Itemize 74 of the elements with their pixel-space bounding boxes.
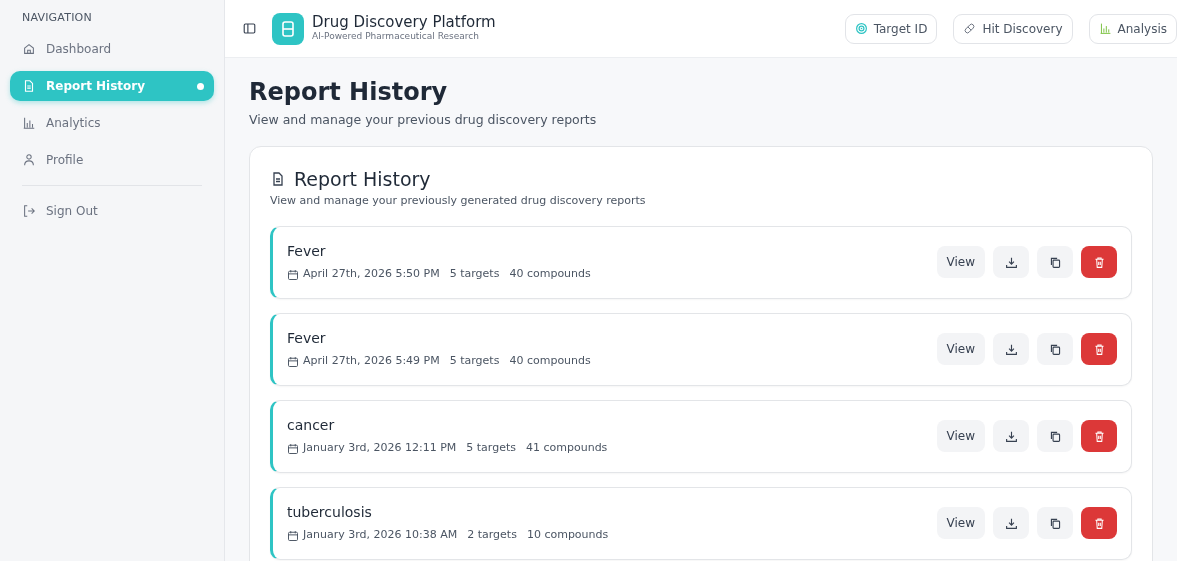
header-button[interactable]: Hit Discovery [953,13,1073,44]
report-name: cancer [287,416,336,436]
card-title: Report History [294,166,431,192]
nav-heading: NAVIGATION [21,10,93,26]
view-button[interactable]: View [936,420,985,453]
trash-icon [1092,429,1106,443]
download-icon [1004,342,1018,356]
calendar-icon [287,529,299,542]
copy-button[interactable] [1037,246,1073,279]
app-title: Drug Discovery Platform [312,13,496,30]
report-name: tuberculosis [287,503,373,523]
compound-count: 40 compounds [509,266,591,283]
calendar-icon [287,355,299,368]
view-button[interactable]: View [936,333,985,366]
delete-button[interactable] [1081,333,1117,366]
report-date: April 27th, 2026 5:49 PM [303,353,440,370]
download-button[interactable] [993,507,1029,540]
compound-count: 40 compounds [509,353,591,370]
delete-button[interactable] [1081,420,1117,453]
sign-out-icon [22,203,36,218]
report-date: January 3rd, 2026 12:11 PM [303,440,457,457]
target-count: 5 targets [466,440,516,457]
download-button[interactable] [993,420,1029,453]
active-dot [197,82,204,90]
delete-button[interactable] [1081,246,1117,279]
report-date: January 3rd, 2026 10:38 AM [303,527,458,544]
copy-icon [1048,516,1062,530]
download-icon [1004,429,1018,443]
logo-icon [272,12,304,45]
target-icon [854,22,868,35]
compound-count: 41 compounds [526,440,608,457]
copy-button[interactable] [1037,420,1073,453]
target-count: 2 targets [467,527,517,544]
download-icon [1004,516,1018,530]
header-button[interactable]: Analysis [1088,13,1177,44]
calendar-icon [287,268,299,281]
document-icon [270,170,286,187]
header-button[interactable]: Target ID [844,13,938,44]
bar-chart-icon [1098,22,1112,35]
card-subtitle: View and manage your previously generated drug discovery reports [270,193,647,210]
calendar-icon [287,442,299,455]
page-subtitle: View and manage your previous drug discovery reports [249,110,598,129]
user-icon [22,152,36,167]
nav-item[interactable]: Dashboard [10,33,214,64]
copy-icon [1048,255,1062,269]
trash-icon [1092,342,1106,356]
copy-icon [1048,342,1062,356]
bar-chart-icon [22,115,36,130]
target-count: 5 targets [449,353,500,370]
download-button[interactable] [993,246,1029,279]
page-title: Report History [249,78,449,107]
copy-button[interactable] [1037,333,1073,366]
report-name: Fever [287,242,327,262]
nav-item[interactable]: Analytics [10,107,214,138]
compound-count: 10 compounds [526,527,609,544]
view-button[interactable]: View [936,507,985,540]
download-icon [1004,255,1018,269]
app-subtitle: AI-Powered Pharmaceutical Research [312,30,480,43]
pill-icon [963,22,977,35]
nav-item[interactable]: Profile [10,144,214,175]
copy-icon [1048,429,1062,443]
view-button[interactable]: View [936,246,985,279]
target-count: 5 targets [449,266,500,283]
report-name: Fever [287,329,327,349]
home-icon [22,41,36,56]
nav-item[interactable]: Sign Out [10,195,214,226]
download-button[interactable] [993,333,1029,366]
sidebar-toggle-icon[interactable] [243,22,256,35]
document-icon [22,78,36,93]
trash-icon [1092,255,1106,269]
copy-button[interactable] [1037,507,1073,540]
delete-button[interactable] [1081,507,1117,540]
trash-icon [1092,516,1106,530]
report-date: April 27th, 2026 5:50 PM [303,266,440,283]
